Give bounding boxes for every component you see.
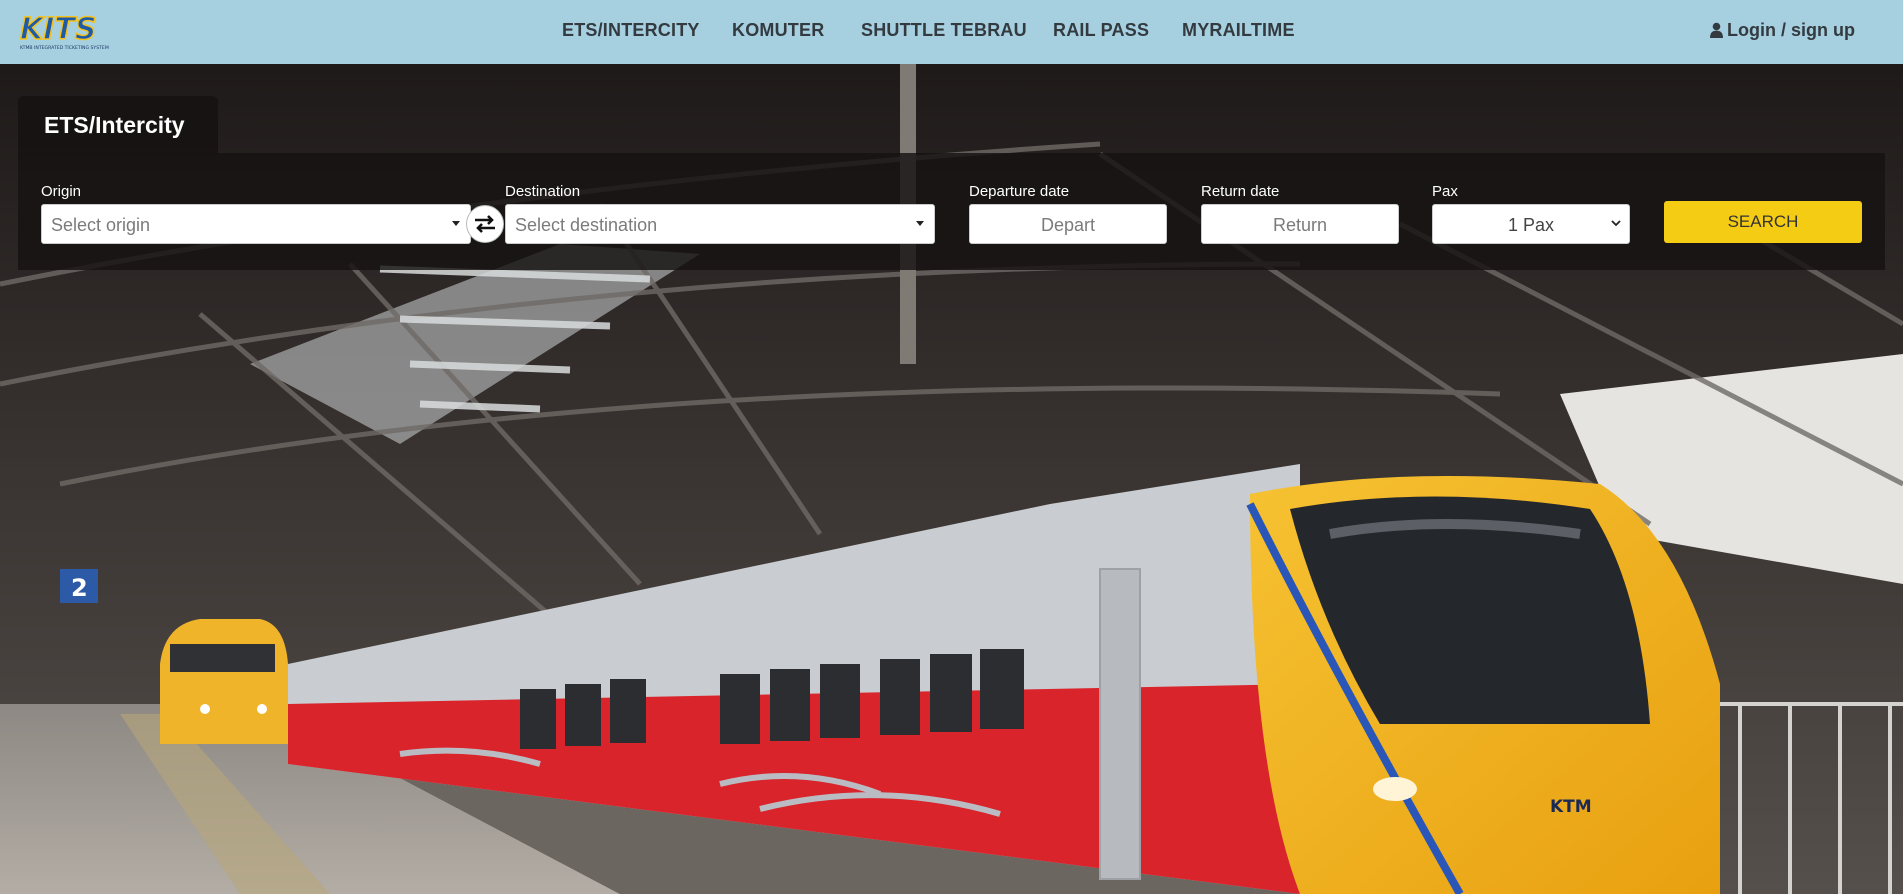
user-icon [1710, 22, 1724, 38]
trip-search-form: Origin Select origin Destination Select … [18, 153, 1885, 270]
pax-value: 1 Pax [1507, 215, 1555, 235]
return-date-label: Return date [1201, 183, 1280, 200]
origin-label: Origin [41, 183, 82, 200]
tab-ets-intercity-label: ETS/Intercity [44, 112, 185, 138]
top-navigation-bar: KITS KTMB INTEGRATED TICKETING SYSTEM ET… [0, 0, 1903, 64]
return-date-input[interactable]: Return [1201, 204, 1399, 244]
swap-stations-button[interactable] [466, 205, 504, 243]
origin-placeholder: Select origin [51, 215, 151, 235]
origin-dropdown-caret-icon [452, 221, 460, 226]
train-brand-label: KTM [1550, 797, 1592, 817]
origin-select[interactable]: Select origin [41, 204, 471, 244]
destination-dropdown-caret-icon [916, 221, 924, 226]
departure-placeholder: Depart [1040, 215, 1096, 235]
destination-placeholder: Select destination [515, 215, 658, 235]
nav-item-shuttle-tebrau[interactable]: SHUTTLE TEBRAU [861, 20, 1027, 41]
login-label: Login / sign up [1727, 20, 1855, 40]
return-placeholder: Return [1272, 215, 1328, 235]
pax-select[interactable]: 1 Pax [1432, 204, 1630, 244]
main-nav: ETS/INTERCITY KOMUTER SHUTTLE TEBRAU RAI… [0, 0, 1903, 64]
destination-label: Destination [505, 183, 581, 200]
search-button[interactable]: SEARCH [1664, 201, 1862, 243]
nav-item-komuter[interactable]: KOMUTER [732, 20, 824, 41]
login-signup-link[interactable]: Login / sign up [1710, 20, 1855, 41]
swap-arrows-icon [475, 215, 495, 233]
nav-item-ets-intercity[interactable]: ETS/INTERCITY [562, 20, 700, 41]
pax-label: Pax [1432, 183, 1458, 200]
platform-number: 2 [71, 574, 88, 602]
tab-ets-intercity[interactable]: ETS/Intercity [18, 96, 218, 154]
nav-item-myrailtime[interactable]: MYRAILTIME [1182, 20, 1295, 41]
nav-item-rail-pass[interactable]: RAIL PASS [1053, 20, 1149, 41]
departure-date-label: Departure date [969, 183, 1070, 200]
destination-select[interactable]: Select destination [505, 204, 935, 244]
departure-date-input[interactable]: Depart [969, 204, 1167, 244]
chevron-down-icon [1611, 220, 1621, 227]
